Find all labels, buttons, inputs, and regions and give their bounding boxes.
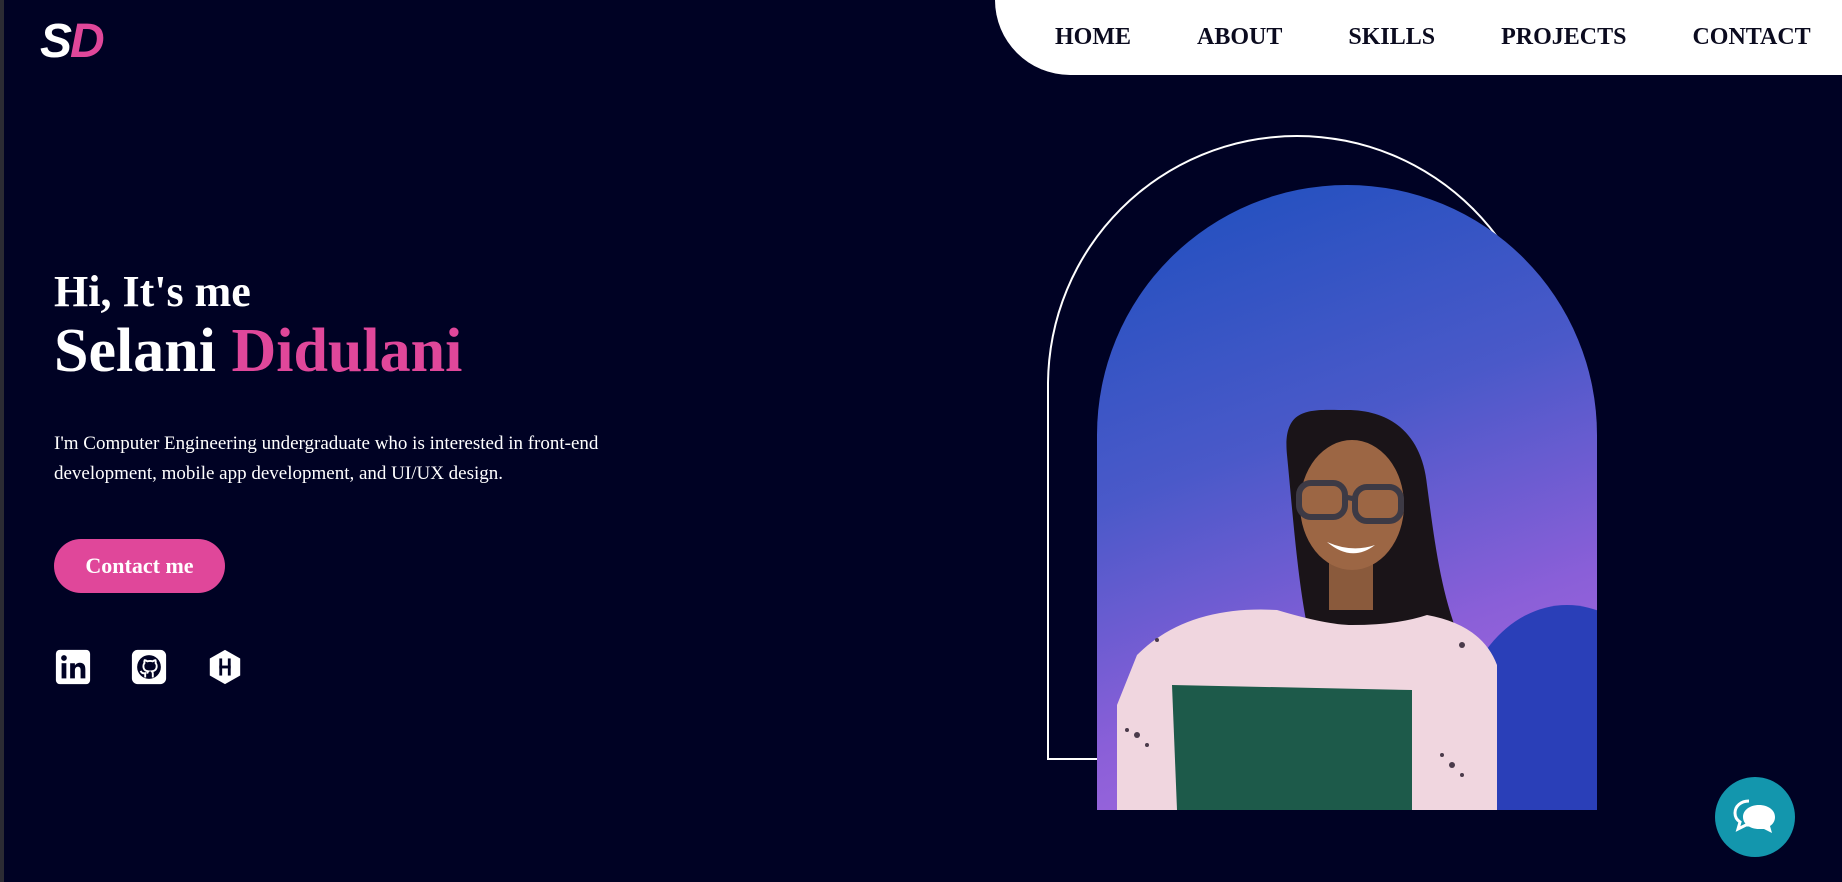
hero-heading: Hi, It's me Selani Didulani — [54, 266, 462, 384]
hero-description: I'm Computer Engineering undergraduate w… — [54, 433, 599, 484]
site-logo[interactable]: SD — [40, 14, 105, 69]
chat-bubble-icon — [1733, 799, 1775, 833]
profile-illustration — [1117, 409, 1597, 810]
contact-me-button[interactable]: Contact me — [54, 539, 225, 593]
top-nav: HOME ABOUT SKILLS PROJECTS CONTACT — [995, 0, 1842, 75]
logo-letter-s: S — [40, 15, 72, 68]
github-icon[interactable] — [130, 648, 168, 686]
chat-button[interactable] — [1715, 777, 1795, 857]
logo-letter-d: D — [70, 15, 105, 68]
linkedin-icon[interactable] — [54, 648, 92, 686]
nav-about[interactable]: ABOUT — [1197, 24, 1282, 51]
hashnode-icon[interactable] — [206, 648, 244, 686]
hero-first-name: Selani — [54, 317, 216, 385]
decorative-arch-base — [1047, 758, 1099, 760]
nav-contact[interactable]: CONTACT — [1692, 24, 1810, 51]
hero-name: Selani Didulani — [54, 318, 462, 384]
nav-projects[interactable]: PROJECTS — [1501, 24, 1626, 51]
social-links — [54, 648, 244, 686]
hero-last-name: Didulani — [231, 317, 463, 385]
nav-skills[interactable]: SKILLS — [1348, 24, 1435, 51]
nav-home[interactable]: HOME — [1055, 24, 1131, 51]
window-edge — [0, 0, 4, 882]
profile-photo — [1097, 185, 1597, 810]
hero-greeting: Hi, It's me — [54, 267, 251, 316]
